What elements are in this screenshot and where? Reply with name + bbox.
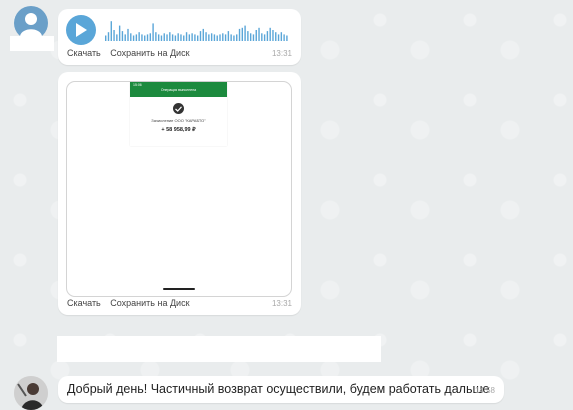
- waveform-bar: [266, 31, 269, 41]
- voice-waveform[interactable]: [105, 19, 289, 41]
- waveform-bar: [121, 31, 124, 41]
- redacted-message: [57, 336, 381, 362]
- waveform-bar: [127, 28, 129, 41]
- save-to-disk-link[interactable]: Сохранить на Диск: [110, 298, 189, 308]
- image-attachment[interactable]: 15:06 Операция выполнена Зачисление ООО …: [66, 81, 292, 297]
- waveform-bar: [197, 35, 199, 41]
- waveform-bar: [258, 27, 260, 41]
- waveform-bar: [124, 34, 126, 41]
- waveform-bar: [252, 34, 255, 41]
- waveform-bar: [138, 32, 140, 41]
- waveform-bar: [107, 32, 110, 41]
- waveform-bar: [169, 32, 171, 41]
- reply-avatar[interactable]: [14, 376, 48, 410]
- waveform-bar: [152, 23, 154, 41]
- download-link[interactable]: Скачать: [67, 48, 101, 58]
- receipt-header: 15:06 Операция выполнена: [130, 82, 227, 97]
- check-icon: [173, 103, 184, 114]
- play-icon: [76, 23, 87, 37]
- sender-avatar[interactable]: [14, 6, 48, 40]
- waveform-bar: [163, 33, 165, 41]
- user-icon: [20, 13, 42, 36]
- receipt-description: Зачисление ООО "КАРАБТО": [151, 118, 206, 123]
- waveform-bar: [141, 34, 143, 41]
- waveform-bar: [272, 30, 274, 41]
- waveform-bar: [199, 31, 202, 41]
- waveform-bar: [118, 25, 121, 41]
- waveform-bar: [105, 35, 107, 41]
- waveform-bar: [155, 32, 157, 41]
- message-time: 13:31: [271, 49, 292, 58]
- waveform-bar: [224, 34, 227, 41]
- waveform-bar: [191, 33, 193, 41]
- waveform-bar: [263, 34, 266, 41]
- play-button[interactable]: [66, 15, 96, 45]
- voice-message: Скачать Сохранить на Диск 13:31: [58, 9, 301, 65]
- waveform-bar: [144, 35, 146, 41]
- waveform-bar: [194, 34, 196, 41]
- person-photo-icon: [14, 376, 48, 410]
- waveform-bar: [236, 34, 238, 41]
- message-text: Добрый день! Частичный возврат осуществи…: [67, 382, 490, 396]
- waveform-bar: [210, 33, 213, 41]
- waveform-bar: [183, 35, 185, 41]
- waveform-bar: [116, 34, 118, 41]
- waveform-bar: [241, 27, 244, 41]
- message-time: 14:58: [474, 386, 495, 395]
- waveform-bar: [222, 33, 224, 41]
- waveform-bar: [130, 33, 132, 41]
- save-to-disk-link[interactable]: Сохранить на Диск: [110, 48, 189, 58]
- waveform-bar: [249, 33, 252, 41]
- waveform-bar: [160, 35, 163, 41]
- waveform-bar: [188, 34, 191, 41]
- waveform-bar: [149, 33, 152, 41]
- waveform-bar: [275, 32, 277, 41]
- waveform-bar: [244, 25, 246, 41]
- waveform-bar: [286, 35, 288, 41]
- waveform-bar: [171, 34, 174, 41]
- receipt-title: Операция выполнена: [160, 88, 197, 92]
- waveform-bar: [216, 35, 218, 41]
- text-message: Добрый день! Частичный возврат осуществи…: [58, 376, 504, 403]
- waveform-bar: [230, 34, 232, 41]
- waveform-bar: [280, 32, 283, 41]
- waveform-bar: [283, 34, 285, 41]
- waveform-bar: [110, 21, 112, 41]
- waveform-bar: [157, 34, 160, 41]
- message-time: 13:31: [271, 299, 292, 308]
- waveform-bar: [166, 34, 168, 41]
- waveform-bar: [227, 31, 230, 41]
- waveform-bar: [180, 34, 182, 41]
- waveform-bar: [247, 31, 249, 41]
- waveform-bar: [269, 27, 271, 41]
- redacted-sender-name: [10, 36, 54, 51]
- waveform-bar: [132, 35, 135, 41]
- waveform-bar: [261, 33, 263, 41]
- receipt-amount: + 58 958,99 ₽: [161, 127, 196, 133]
- waveform-bar: [213, 34, 216, 41]
- waveform-bar: [185, 32, 188, 41]
- waveform-bar: [205, 32, 207, 41]
- download-link[interactable]: Скачать: [67, 298, 101, 308]
- waveform-bar: [233, 35, 235, 41]
- waveform-bar: [277, 34, 280, 41]
- waveform-bar: [208, 34, 210, 41]
- waveform-bar: [174, 35, 177, 41]
- waveform-bar: [219, 34, 221, 41]
- home-indicator: [163, 288, 195, 290]
- waveform-bar: [135, 34, 138, 41]
- receipt-screenshot: 15:06 Операция выполнена Зачисление ООО …: [130, 82, 227, 146]
- waveform-bar: [146, 34, 149, 41]
- waveform-bar: [255, 30, 257, 41]
- waveform-bar: [202, 28, 204, 41]
- waveform-bar: [238, 28, 241, 41]
- waveform-bar: [177, 33, 179, 41]
- image-message: 15:06 Операция выполнена Зачисление ООО …: [58, 72, 301, 315]
- waveform-bar: [113, 30, 115, 41]
